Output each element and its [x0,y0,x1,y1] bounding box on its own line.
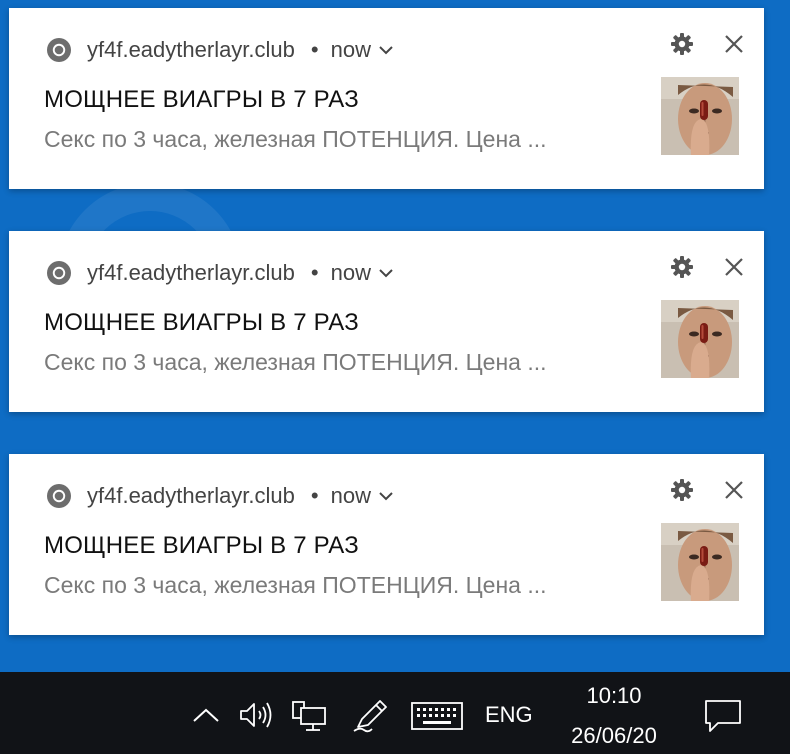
notification-site: yf4f.eadytherlayr.club [87,37,295,62]
separator-dot: • [310,260,319,285]
close-icon[interactable] [723,479,745,501]
action-center-icon[interactable] [704,699,742,733]
notification-image [661,300,739,378]
chevron-down-icon[interactable] [379,491,393,501]
notification-body: Секс по 3 часа, железная ПОТЕНЦИЯ. Цена … [44,126,547,152]
gear-icon[interactable] [670,255,694,279]
notification-site: yf4f.eadytherlayr.club [87,483,295,508]
pen-icon[interactable] [352,697,390,733]
notification-title: МОЩНЕЕ ВИАГРЫ В 7 РАЗ [44,532,359,559]
keyboard-icon[interactable] [411,702,463,730]
notification-toast[interactable]: yf4f.eadytherlayr.club • now МОЩНЕЕ ВИАГ… [9,231,764,412]
notification-title: МОЩНЕЕ ВИАГРЫ В 7 РАЗ [44,86,359,113]
clock-date[interactable]: 26/06/20 [561,723,667,749]
notification-image [661,77,739,155]
chevron-down-icon[interactable] [379,268,393,278]
chevron-down-icon[interactable] [379,45,393,55]
separator-dot: • [310,37,319,62]
notification-title: МОЩНЕЕ ВИАГРЫ В 7 РАЗ [44,309,359,336]
notification-site: yf4f.eadytherlayr.club [87,260,295,285]
notification-toast[interactable]: yf4f.eadytherlayr.club • now МОЩНЕЕ ВИАГ… [9,8,764,189]
notification-image [661,523,739,601]
notification-toast[interactable]: yf4f.eadytherlayr.club • now МОЩНЕЕ ВИАГ… [9,454,764,635]
gear-icon[interactable] [670,32,694,56]
network-icon[interactable] [291,700,327,732]
language-indicator[interactable]: ENG [485,702,533,728]
notification-header: yf4f.eadytherlayr.club • now [45,256,393,290]
notification-body: Секс по 3 часа, железная ПОТЕНЦИЯ. Цена … [44,349,547,375]
gear-icon[interactable] [670,478,694,502]
notification-header: yf4f.eadytherlayr.club • now [45,479,393,513]
speaker-icon[interactable] [239,701,275,729]
chrome-icon [47,261,71,285]
notification-time: now [330,260,371,285]
close-icon[interactable] [723,256,745,278]
taskbar: ENG 10:10 26/06/20 [0,672,790,754]
notification-body: Секс по 3 часа, железная ПОТЕНЦИЯ. Цена … [44,572,547,598]
clock-time[interactable]: 10:10 [579,683,649,709]
chrome-icon [47,38,71,62]
notification-header: yf4f.eadytherlayr.club • now [45,33,393,67]
chevron-up-icon[interactable] [192,707,220,723]
notification-time: now [330,37,371,62]
notification-time: now [330,483,371,508]
separator-dot: • [310,483,319,508]
close-icon[interactable] [723,33,745,55]
chrome-icon [47,484,71,508]
